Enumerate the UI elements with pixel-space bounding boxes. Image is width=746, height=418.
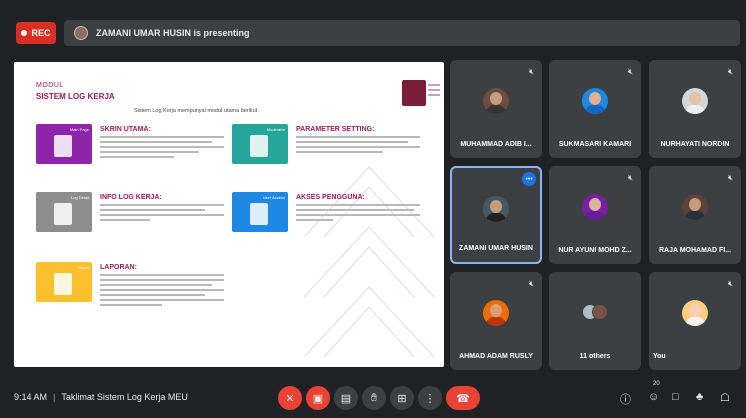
chat-icon[interactable]: □ <box>672 391 679 403</box>
university-logo <box>402 80 426 106</box>
self-name: You <box>653 353 666 360</box>
meeting-title: Taklimat Sistem Log Kerja MEU <box>61 392 188 402</box>
separator: | <box>53 392 56 402</box>
bottom-toolbar: 9:14 AM | Taklimat Sistem Log Kerja MEU … <box>0 380 746 418</box>
mic-off-icon: ✕ <box>285 392 295 405</box>
participant-name: NUR AYUNI MOHD Z... <box>558 247 632 254</box>
file-icon <box>54 203 72 225</box>
more-options-button[interactable]: ⋮ <box>418 386 442 410</box>
document-icon <box>250 135 268 157</box>
captions-icon: ▤ <box>340 392 352 405</box>
info-icon[interactable]: ⓘ <box>620 391 631 407</box>
slide-intro: Sistem Log Kerja mempunyai modul utama b… <box>134 108 259 114</box>
captions-button[interactable]: ▤ <box>334 386 358 410</box>
participant-name: MUHAMMAD ADIB I... <box>460 141 532 148</box>
meet-window: REC ZAMANI UMAR HUSIN is presenting MODU… <box>0 0 746 418</box>
speaking-indicator-icon: ••• <box>522 172 536 186</box>
participant-tile[interactable]: 🔇︎ AHMAD ADAM RUSLY <box>450 272 542 370</box>
participant-name: AHMAD ADAM RUSLY <box>459 353 533 360</box>
record-dot-icon <box>21 30 28 36</box>
clock: 9:14 AM <box>14 392 48 402</box>
participant-tile[interactable]: 🔇︎ RAJA MOHAMAD FI... <box>649 166 741 264</box>
slide-pattern-decoration <box>303 166 435 358</box>
presenting-banner: ZAMANI UMAR HUSIN is presenting <box>64 20 740 46</box>
recording-label: REC <box>31 28 51 38</box>
module-title: PARAMETER SETTING: <box>296 126 375 133</box>
camera-off-icon: ▣ <box>312 392 324 405</box>
module-thumbnail: Moderator <box>232 124 288 164</box>
self-tile[interactable]: 🔇︎ You <box>649 272 741 370</box>
host-controls-icon[interactable]: ☖ <box>720 391 730 404</box>
camera-toggle-button[interactable]: ▣ <box>306 386 330 410</box>
mic-off-icon: 🔇︎ <box>727 67 733 76</box>
participant-name: SUKMASARI KAMARI <box>558 141 632 148</box>
participant-name: ZAMANI UMAR HUSIN <box>459 245 533 252</box>
module-thumbnail: Main Page <box>36 124 92 164</box>
phone-hangup-icon: ☎︎ <box>456 392 470 405</box>
raise-hand-button[interactable]: ✋︎ <box>362 386 386 410</box>
mic-off-icon: 🔇︎ <box>627 173 633 182</box>
module-thumbnail: User Access <box>232 192 288 232</box>
access-card-icon <box>250 203 268 225</box>
more-vert-icon: ⋮ <box>424 392 436 405</box>
participant-tile[interactable]: 🔇︎ NUR AYUNI MOHD Z... <box>549 166 641 264</box>
module-description <box>100 274 224 309</box>
present-screen-icon: ⊞ <box>397 392 407 405</box>
others-avatars <box>580 302 610 322</box>
participant-tile[interactable]: 🔇︎ SUKMASARI KAMARI <box>549 60 641 158</box>
module-title: SKRIN UTAMA: <box>100 126 151 133</box>
module-description <box>296 204 420 224</box>
mic-off-icon: 🔇︎ <box>727 173 733 182</box>
participant-tile[interactable]: 🔇︎ MUHAMMAD ADIB I... <box>450 60 542 158</box>
participant-tile-active[interactable]: ••• ZAMANI UMAR HUSIN <box>450 166 542 264</box>
mic-toggle-button[interactable]: ✕ <box>278 386 302 410</box>
mic-off-icon: 🔇︎ <box>528 67 534 76</box>
module-description <box>100 204 224 224</box>
participant-avatar <box>682 194 708 220</box>
participant-avatar <box>582 88 608 114</box>
participant-avatar <box>682 88 708 114</box>
people-icon[interactable]: ☺︎ <box>648 391 659 403</box>
mic-off-icon: 🔇︎ <box>627 67 633 76</box>
module-description <box>296 136 420 156</box>
participant-avatar <box>483 196 509 222</box>
meeting-info: 9:14 AM | Taklimat Sistem Log Kerja MEU <box>14 392 188 402</box>
slide-title: SISTEM LOG KERJA <box>36 92 115 101</box>
participant-count-badge: 20 <box>653 381 660 387</box>
presenter-avatar <box>74 26 88 40</box>
recording-badge[interactable]: REC <box>16 22 56 44</box>
module-thumbnail: Log Detail <box>36 192 92 232</box>
mic-off-icon: 🔇︎ <box>528 279 534 288</box>
shared-screen[interactable]: MODUL SISTEM LOG KERJA Sistem Log Kerja … <box>14 62 444 367</box>
hand-icon: ✋︎ <box>370 391 378 404</box>
participant-avatar <box>483 300 509 326</box>
self-avatar <box>682 300 708 326</box>
page-icon <box>54 135 72 157</box>
module-title: INFO LOG KERJA: <box>100 194 162 201</box>
logo-text-lines <box>428 84 440 102</box>
present-button[interactable]: ⊞ <box>390 386 414 410</box>
module-title: AKSES PENGGUNA: <box>296 194 365 201</box>
participant-name: RAJA MOHAMAD FI... <box>658 247 732 254</box>
mic-off-icon: 🔇︎ <box>727 279 733 288</box>
participant-name: NURHAYATI NORDIN <box>660 141 730 148</box>
module-thumbnail: Report <box>36 262 92 302</box>
top-bar: REC ZAMANI UMAR HUSIN is presenting <box>0 0 746 58</box>
module-title: LAPORAN: <box>100 264 137 271</box>
module-description <box>100 136 224 161</box>
slide-heading: MODUL <box>36 82 64 89</box>
presenting-text: ZAMANI UMAR HUSIN is presenting <box>96 28 250 38</box>
participant-avatar <box>582 194 608 220</box>
others-tile[interactable]: 11 others <box>549 272 641 370</box>
participant-avatar <box>483 88 509 114</box>
report-icon <box>54 273 72 295</box>
leave-call-button[interactable]: ☎︎ <box>446 386 480 410</box>
others-count: 11 others <box>579 353 611 360</box>
participant-tile[interactable]: 🔇︎ NURHAYATI NORDIN <box>649 60 741 158</box>
activities-icon[interactable]: ♣︎ <box>696 391 703 403</box>
